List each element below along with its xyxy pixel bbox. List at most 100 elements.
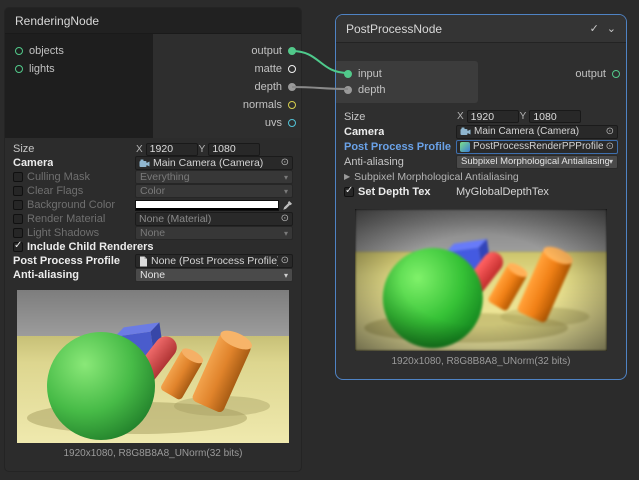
smaa-foldout-row[interactable]: ▶ Subpixel Morphological Antialiasing: [344, 169, 618, 184]
port-output-pp-dot[interactable]: [612, 70, 620, 78]
camera-row: Camera Main Camera (Camera) ⊙: [13, 156, 293, 170]
rendering-node-title: RenderingNode: [15, 14, 291, 28]
post-process-node[interactable]: PostProcessNode ✓ ⌄ input depth output: [335, 14, 627, 380]
size-y-input[interactable]: [208, 143, 260, 156]
post-process-node-header[interactable]: PostProcessNode ✓ ⌄: [336, 15, 626, 43]
port-lights[interactable]: lights: [15, 60, 153, 78]
node-graph-canvas[interactable]: RenderingNode objects lights output: [0, 0, 639, 480]
clear-flags-dropdown[interactable]: Color ▾: [135, 184, 293, 198]
object-picker-icon[interactable]: ⊙: [606, 127, 614, 137]
anti-aliasing-row: Anti-aliasing None ▾: [13, 268, 293, 282]
clear-flags-checkbox[interactable]: [13, 186, 23, 196]
post-process-profile-object-field[interactable]: None (Post Process Profile) ⊙: [135, 254, 293, 268]
post-process-preview-image: [355, 209, 607, 351]
port-uvs-label: uvs: [265, 117, 282, 129]
culling-mask-label: Culling Mask: [27, 171, 90, 183]
culling-mask-value: Everything: [140, 171, 284, 183]
camera-icon: [139, 159, 150, 168]
background-color-checkbox[interactable]: [13, 200, 23, 210]
camera-row: Camera Main Camera (Camera) ⊙: [344, 124, 618, 139]
camera-label: Camera: [344, 126, 384, 138]
light-shadows-dropdown[interactable]: None ▾: [135, 226, 293, 240]
size-y-input[interactable]: [529, 110, 581, 123]
rendering-node-ports: objects lights output matte depth: [5, 34, 301, 138]
port-output[interactable]: output: [251, 42, 296, 60]
anti-aliasing-dropdown[interactable]: None ▾: [135, 268, 293, 282]
port-objects-dot[interactable]: [15, 47, 23, 55]
port-uvs-dot[interactable]: [288, 119, 296, 127]
post-process-profile-value: None (Post Process Profile): [151, 255, 278, 267]
node-collapse-chevron-icon[interactable]: ⌄: [607, 22, 616, 35]
foldout-arrow-icon[interactable]: ▶: [344, 172, 350, 181]
culling-mask-dropdown[interactable]: Everything ▾: [135, 170, 293, 184]
port-normals-label: normals: [243, 99, 282, 111]
port-depth-in[interactable]: depth: [344, 82, 478, 98]
port-matte-dot[interactable]: [288, 65, 296, 73]
camera-value: Main Camera (Camera): [153, 157, 278, 169]
port-depth-in-label: depth: [358, 84, 386, 96]
light-shadows-checkbox[interactable]: [13, 228, 23, 238]
rendering-node-header[interactable]: RenderingNode: [5, 8, 301, 34]
camera-label: Camera: [13, 157, 53, 169]
clear-flags-value: Color: [140, 185, 284, 197]
dropdown-arrow-icon: ▾: [284, 173, 288, 182]
port-matte[interactable]: matte: [254, 60, 296, 78]
render-material-checkbox[interactable]: [13, 214, 23, 224]
port-output-dot[interactable]: [288, 47, 296, 55]
camera-value: Main Camera (Camera): [474, 126, 603, 137]
camera-object-field[interactable]: Main Camera (Camera) ⊙: [135, 156, 293, 170]
port-lights-dot[interactable]: [15, 65, 23, 73]
set-depth-tex-value[interactable]: MyGlobalDepthTex: [456, 186, 549, 198]
post-process-node-properties: Size X Y Camera Main Camera (Camera) ⊙ P…: [336, 109, 626, 199]
dropdown-arrow-icon: ▾: [284, 229, 288, 238]
object-picker-icon[interactable]: ⊙: [281, 214, 289, 224]
post-process-node-output-ports: output: [575, 61, 626, 103]
port-input-dot[interactable]: [344, 70, 352, 78]
rendering-node[interactable]: RenderingNode objects lights output: [5, 8, 301, 471]
port-depth-dot[interactable]: [288, 83, 296, 91]
anti-aliasing-dropdown[interactable]: Subpixel Morphological Antialiasing ▾: [456, 155, 618, 169]
size-x-label: X: [136, 144, 143, 155]
post-process-profile-label[interactable]: Post Process Profile: [344, 141, 451, 153]
camera-object-field[interactable]: Main Camera (Camera) ⊙: [456, 125, 618, 139]
include-child-renderers-checkbox[interactable]: [13, 242, 23, 252]
post-process-profile-row: Post Process Profile PostProcessRenderPP…: [344, 139, 618, 154]
set-depth-tex-checkbox[interactable]: [344, 187, 354, 197]
rendering-node-properties: Size X Y Camera Main Camera (Camera) ⊙ C…: [5, 142, 301, 282]
port-output-pp[interactable]: output: [575, 66, 620, 82]
include-child-renderers-row: Include Child Renderers: [13, 240, 293, 254]
object-picker-icon[interactable]: ⊙: [606, 142, 614, 152]
port-depth-in-dot[interactable]: [344, 86, 352, 94]
port-matte-label: matte: [254, 63, 282, 75]
render-material-object-field[interactable]: None (Material) ⊙: [135, 212, 293, 226]
post-process-profile-label: Post Process Profile: [13, 255, 120, 267]
post-process-profile-row: Post Process Profile None (Post Process …: [13, 254, 293, 268]
background-color-swatch[interactable]: [135, 200, 279, 211]
port-uvs[interactable]: uvs: [265, 114, 296, 132]
object-picker-icon[interactable]: ⊙: [281, 256, 289, 266]
post-process-profile-object-field[interactable]: PostProcessRenderPPProfile (Pos ⊙: [456, 140, 618, 154]
light-shadows-label: Light Shadows: [27, 227, 99, 239]
set-depth-tex-row: Set Depth Tex MyGlobalDepthTex: [344, 184, 618, 199]
port-objects[interactable]: objects: [15, 42, 153, 60]
clear-flags-row: Clear Flags Color ▾: [13, 184, 293, 198]
size-x-input[interactable]: [467, 110, 519, 123]
light-shadows-value: None: [140, 227, 284, 239]
port-depth-label: depth: [254, 81, 282, 93]
port-output-label: output: [251, 45, 282, 57]
node-enabled-check-icon[interactable]: ✓: [590, 22, 599, 35]
size-x-input[interactable]: [146, 143, 198, 156]
size-x-label: X: [457, 111, 464, 122]
port-normals[interactable]: normals: [243, 96, 296, 114]
dropdown-arrow-icon: ▾: [284, 271, 288, 280]
port-normals-dot[interactable]: [288, 101, 296, 109]
culling-mask-checkbox[interactable]: [13, 172, 23, 182]
include-child-renderers-label: Include Child Renderers: [27, 241, 154, 253]
object-picker-icon[interactable]: ⊙: [281, 158, 289, 168]
port-depth[interactable]: depth: [254, 78, 296, 96]
port-lights-label: lights: [29, 63, 55, 75]
anti-aliasing-label: Anti-aliasing: [344, 156, 404, 168]
size-label: Size: [13, 143, 34, 155]
eyedropper-icon[interactable]: [282, 200, 293, 211]
port-input[interactable]: input: [344, 66, 478, 82]
